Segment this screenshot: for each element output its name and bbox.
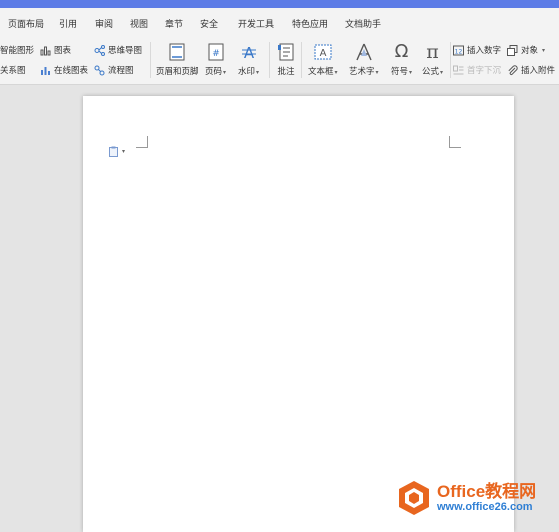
- office-logo-icon: [399, 481, 429, 515]
- tab-special-apps[interactable]: 特色应用: [292, 17, 328, 30]
- chart-label: 图表: [54, 46, 72, 56]
- object-label: 对象: [521, 46, 539, 56]
- document-page[interactable]: ▾: [83, 96, 514, 532]
- watermark-url: www.office26.com: [437, 501, 533, 513]
- chevron-down-icon: ▾: [256, 69, 260, 76]
- ribbon-toolbar: 智能图形 关系图 图表 在线图表 思维导图 流程图 页眉和页脚 # 页码▾ A …: [0, 36, 559, 85]
- text-box-icon: A: [314, 44, 332, 60]
- online-chart-button[interactable]: 在线图表: [40, 64, 88, 76]
- svg-text:A: A: [243, 44, 254, 61]
- chevron-down-icon: ▾: [122, 148, 126, 155]
- watermark-label: 水印: [238, 67, 256, 77]
- symbol-button[interactable]: Ω 符号▾: [391, 41, 413, 78]
- svg-text:#: #: [212, 49, 220, 59]
- drop-cap-button[interactable]: 首字下沉: [453, 64, 501, 76]
- word-art-icon: [356, 43, 372, 61]
- svg-text:A: A: [319, 48, 326, 59]
- watermark-logo: Office教程网 www.office26.com: [397, 480, 536, 516]
- object-button[interactable]: 对象 ▾: [507, 44, 545, 56]
- page-number-icon: #: [208, 43, 224, 61]
- chevron-down-icon: ▾: [223, 69, 227, 76]
- mind-map-label: 思维导图: [108, 46, 143, 56]
- watermark-title: Office教程网: [437, 482, 537, 501]
- header-footer-icon: [169, 43, 185, 61]
- paste-options-button[interactable]: ▾: [109, 146, 125, 157]
- flowchart-button[interactable]: 流程图: [94, 64, 134, 76]
- relation-chart-button[interactable]: 关系图: [0, 64, 26, 76]
- drop-cap-label: 首字下沉: [467, 66, 502, 76]
- word-art-button[interactable]: 艺术字▾: [349, 42, 379, 77]
- tab-references[interactable]: 引用: [59, 17, 77, 30]
- text-box-button[interactable]: A 文本框▾: [308, 42, 338, 77]
- watermark-button[interactable]: A 水印▾: [238, 42, 259, 77]
- formula-button[interactable]: π 公式▾: [422, 41, 444, 78]
- svg-text:12: 12: [455, 48, 463, 55]
- page-number-button[interactable]: # 页码▾: [205, 42, 226, 77]
- insert-number-label: 插入数字: [467, 46, 502, 56]
- comment-icon: [278, 43, 294, 61]
- comment-label: 批注: [277, 67, 295, 77]
- flowchart-label: 流程图: [108, 66, 134, 76]
- ribbon-separator: [450, 42, 451, 78]
- watermark-icon: A: [241, 44, 256, 61]
- ribbon-separator: [269, 42, 270, 78]
- smart-shape-label: 智能图形: [0, 46, 35, 56]
- online-chart-icon: [41, 66, 50, 75]
- chevron-down-icon: ▾: [542, 46, 546, 54]
- title-bar-strip: [0, 0, 559, 8]
- paperclip-icon: [508, 64, 518, 75]
- chevron-down-icon: ▾: [334, 69, 338, 76]
- tab-page-layout[interactable]: 页面布局: [8, 17, 44, 30]
- smart-shape-button[interactable]: 智能图形: [0, 44, 34, 56]
- tab-doc-assistant[interactable]: 文档助手: [345, 17, 381, 30]
- header-footer-button[interactable]: 页眉和页脚: [156, 42, 199, 77]
- ribbon-separator: [150, 42, 151, 78]
- mind-map-button[interactable]: 思维导图: [94, 44, 142, 56]
- menu-tab-bar: 页面布局 引用 审阅 视图 章节 安全 开发工具 特色应用 文档助手: [0, 8, 559, 36]
- tab-developer[interactable]: 开发工具: [238, 17, 274, 30]
- pi-icon: π: [426, 41, 439, 63]
- mind-map-icon: [94, 44, 105, 56]
- tab-chapter[interactable]: 章节: [165, 17, 183, 30]
- tab-security[interactable]: 安全: [200, 17, 218, 30]
- clipboard-icon: [109, 146, 118, 157]
- object-icon: [507, 44, 518, 56]
- number-icon: 12: [453, 45, 464, 55]
- online-chart-label: 在线图表: [54, 66, 89, 76]
- relation-chart-label: 关系图: [0, 66, 26, 76]
- flowchart-icon: [94, 65, 105, 75]
- crop-mark-top-right: [449, 136, 461, 148]
- tab-view[interactable]: 视图: [130, 17, 148, 30]
- omega-icon: Ω: [394, 41, 409, 62]
- word-art-label: 艺术字: [349, 67, 375, 77]
- comment-button[interactable]: 批注: [276, 42, 296, 77]
- formula-label: 公式: [422, 67, 440, 77]
- chart-button[interactable]: 图表: [40, 44, 71, 56]
- tab-review[interactable]: 审阅: [95, 17, 113, 30]
- chevron-down-icon: ▾: [409, 69, 413, 76]
- text-box-label: 文本框: [308, 67, 334, 77]
- ribbon-separator: [301, 42, 302, 78]
- crop-mark-top-left: [136, 136, 148, 148]
- chevron-down-icon: ▾: [440, 69, 444, 76]
- bar-chart-icon: [40, 46, 51, 55]
- page-number-label: 页码: [205, 67, 223, 77]
- header-footer-label: 页眉和页脚: [156, 67, 199, 77]
- insert-number-button[interactable]: 12 插入数字: [453, 44, 501, 56]
- chevron-down-icon: ▾: [375, 69, 379, 76]
- drop-cap-icon: [453, 65, 464, 74]
- symbol-label: 符号: [391, 67, 409, 77]
- insert-attachment-label: 插入附件: [521, 66, 556, 76]
- insert-attachment-button[interactable]: 插入附件: [507, 64, 555, 76]
